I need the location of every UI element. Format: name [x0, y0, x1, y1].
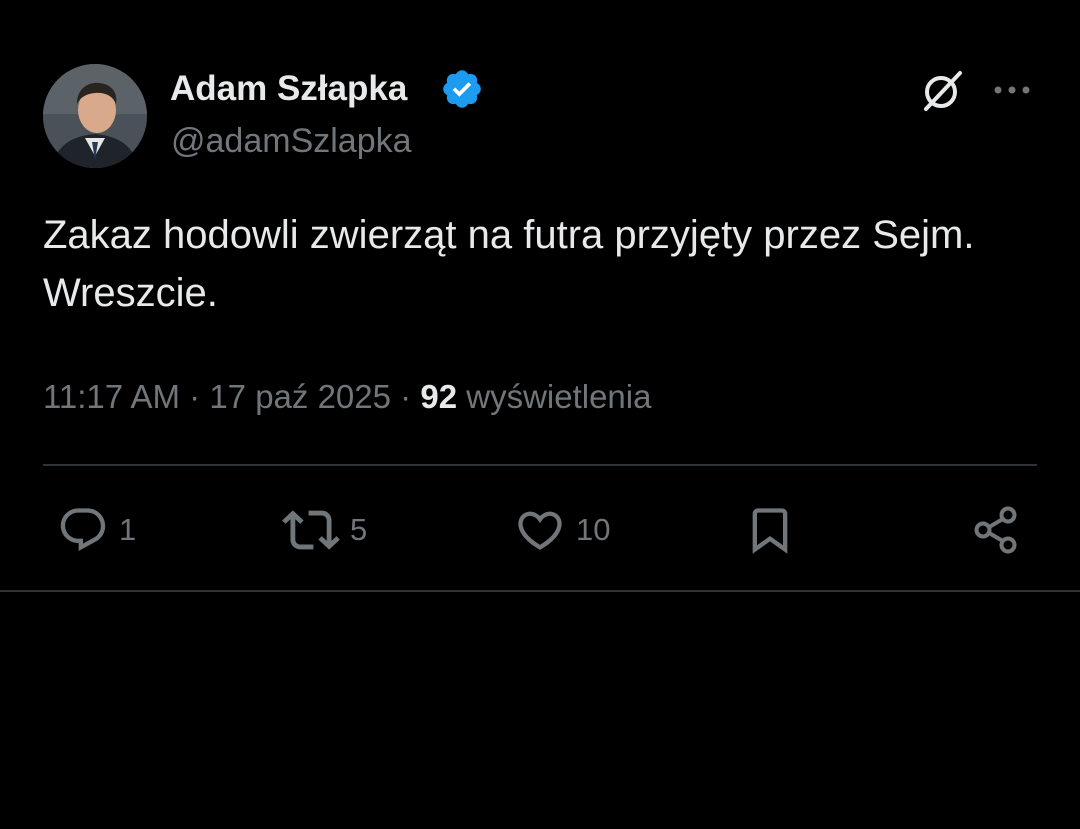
- avatar-image: [43, 64, 147, 168]
- meta-separator: ·: [189, 378, 201, 415]
- share-button[interactable]: [970, 500, 1022, 560]
- display-name[interactable]: Adam Szłapka: [170, 68, 407, 110]
- handle[interactable]: @adamSzlapka: [171, 120, 412, 162]
- bookmark-button[interactable]: [744, 500, 796, 560]
- more-icon[interactable]: [990, 70, 1034, 110]
- tweet: Adam Szłapka @adamSzlapka Zakaz hodowli …: [0, 0, 1080, 592]
- like-count: 10: [576, 512, 611, 547]
- meta-separator: ·: [400, 378, 412, 415]
- tweet-date[interactable]: 17 paź 2025: [209, 378, 391, 415]
- verified-badge-icon[interactable]: [440, 67, 484, 111]
- retweet-icon: [282, 510, 340, 550]
- tweet-text: Zakaz hodowli zwierząt na futra przyjęty…: [43, 213, 975, 315]
- grok-icon[interactable]: [918, 67, 966, 115]
- heart-icon: [518, 511, 562, 550]
- divider: [43, 464, 1037, 466]
- views-label: wyświetlenia: [466, 378, 652, 415]
- reply-count: 1: [119, 512, 137, 547]
- like-button[interactable]: 10: [514, 500, 610, 560]
- tweet-time[interactable]: 11:17 AM: [43, 378, 180, 415]
- reply-button[interactable]: 1: [57, 500, 136, 560]
- reply-icon: [60, 508, 106, 552]
- retweet-button[interactable]: 5: [282, 500, 367, 560]
- bookmark-icon: [752, 508, 788, 554]
- avatar[interactable]: [43, 64, 147, 168]
- share-icon: [974, 506, 1017, 554]
- tweet-meta: 11:17 AM · 17 paź 2025 · 92 wyświetlenia: [43, 376, 651, 418]
- retweet-count: 5: [350, 512, 368, 547]
- views-count[interactable]: 92: [420, 378, 457, 415]
